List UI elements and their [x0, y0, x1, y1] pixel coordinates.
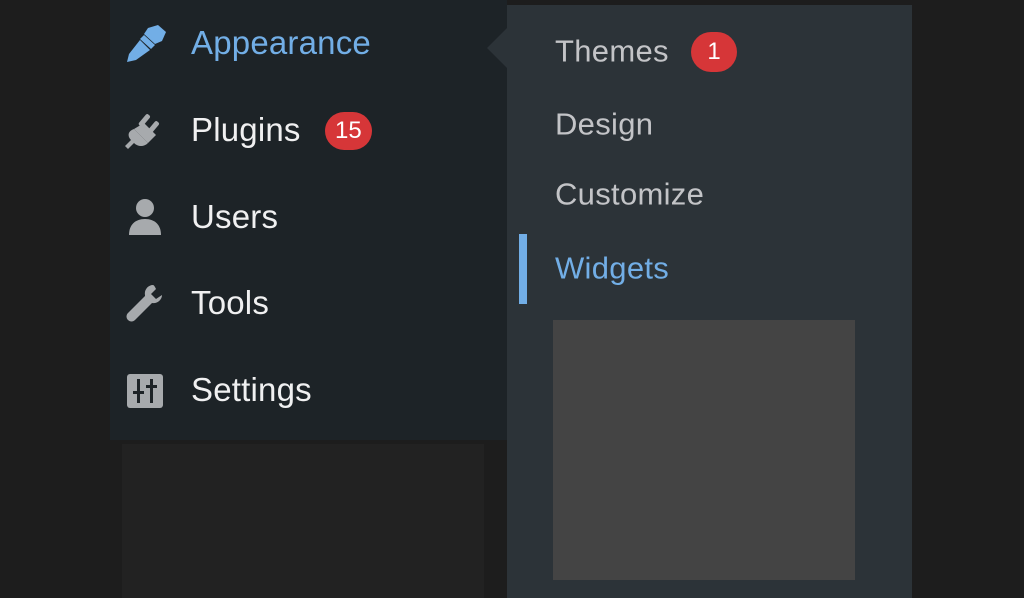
theme-update-badge: 1: [691, 32, 737, 72]
submenu-item-label: Design: [555, 106, 654, 142]
submenu-item-label: Customize: [555, 176, 705, 212]
menu-item-label: Plugins: [191, 111, 301, 149]
menu-lower-area: [122, 444, 484, 598]
menu-item-label: Settings: [191, 371, 312, 409]
sliders-icon: [122, 369, 168, 413]
update-count-badge: 15: [325, 112, 372, 150]
appearance-submenu: Themes 1 Design Customize Widgets: [507, 5, 912, 598]
submenu-item-label: Widgets: [555, 250, 670, 286]
menu-item-label: Users: [191, 198, 279, 236]
current-page-indicator: [519, 234, 527, 304]
wrench-icon: [122, 282, 168, 326]
menu-item-appearance[interactable]: Appearance: [110, 14, 507, 74]
menu-item-users[interactable]: Users: [110, 188, 507, 248]
screenshot-frame: Appearance Plugins 15 Users Tools Settin…: [0, 0, 1024, 598]
user-icon: [122, 196, 168, 240]
paintbrush-icon: [122, 22, 168, 66]
menu-item-tools[interactable]: Tools: [110, 274, 507, 334]
submenu-item-customize[interactable]: Customize: [507, 167, 912, 223]
admin-menu: Appearance Plugins 15 Users Tools Settin…: [110, 0, 507, 440]
submenu-item-design[interactable]: Design: [507, 97, 912, 153]
menu-item-label: Tools: [191, 284, 270, 322]
submenu-item-widgets[interactable]: Widgets: [507, 231, 912, 307]
submenu-pointer: [487, 28, 507, 68]
menu-item-label: Appearance: [191, 24, 371, 62]
submenu-item-themes[interactable]: Themes 1: [507, 24, 912, 80]
menu-item-plugins[interactable]: Plugins 15: [110, 101, 507, 161]
plug-icon: [122, 109, 168, 153]
obscured-region: [553, 320, 855, 580]
menu-item-settings[interactable]: Settings: [110, 361, 507, 421]
submenu-item-label: Themes: [555, 33, 669, 69]
